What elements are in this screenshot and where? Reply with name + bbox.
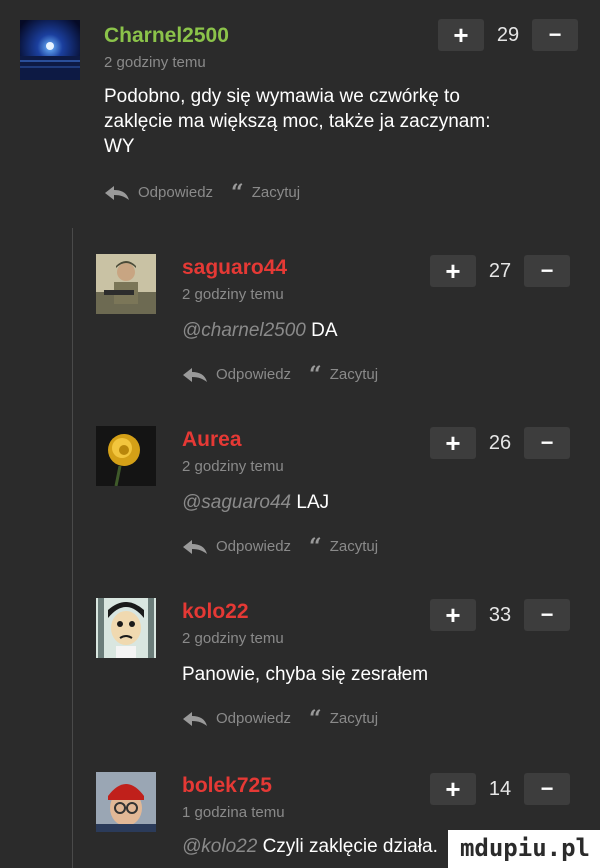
upvote-button[interactable]: + (430, 773, 476, 805)
upvote-button[interactable]: + (430, 427, 476, 459)
quote-button[interactable]: “ Zacytuj (291, 533, 379, 560)
timestamp: 2 godziny temu (182, 630, 284, 647)
reply-icon (183, 367, 207, 382)
vote-count: 29 (496, 23, 520, 46)
quote-icon: “ (309, 361, 322, 388)
reply-button[interactable]: Odpowiedz (182, 538, 291, 555)
night-sky-icon (20, 20, 80, 80)
vote-box: + 26 − (430, 426, 570, 460)
red-hat-face-icon (96, 772, 156, 832)
cartoon-face-icon (96, 598, 156, 658)
vote-count: 33 (488, 603, 512, 626)
vote-box: + 27 − (430, 254, 570, 288)
vote-box: + 33 − (430, 598, 570, 632)
quote-icon: “ (231, 179, 244, 206)
reply-icon (183, 711, 207, 726)
reply-label: Odpowiedz (216, 538, 292, 555)
reply-button[interactable]: Odpowiedz (104, 184, 213, 201)
upvote-button[interactable]: + (430, 255, 476, 287)
quote-label: Zacytuj (329, 710, 379, 727)
reply-label: Odpowiedz (138, 184, 214, 201)
vote-count: 14 (488, 777, 512, 800)
vote-count: 27 (488, 259, 512, 282)
avatar-aurea[interactable] (96, 426, 156, 486)
avatar-kolo22[interactable] (96, 598, 156, 658)
upvote-button[interactable]: + (430, 599, 476, 631)
timestamp: 2 godziny temu (104, 54, 206, 71)
username[interactable]: saguaro44 (182, 256, 287, 280)
rose-icon (96, 426, 156, 486)
downvote-button[interactable]: − (524, 427, 570, 459)
vote-count: 26 (488, 431, 512, 454)
comment-actions: Odpowiedz “ Zacytuj (182, 361, 379, 388)
soldier-icon (96, 254, 156, 314)
thread-line (72, 228, 73, 868)
vote-box: + 14 − (430, 772, 570, 806)
reply-label: Odpowiedz (216, 366, 292, 383)
reply-button[interactable]: Odpowiedz (182, 710, 291, 727)
comment-text: Panowie, chyba się zesrałem (182, 664, 429, 685)
mention-link[interactable]: @charnel2500 (182, 320, 306, 341)
timestamp: 1 godzina temu (182, 804, 285, 821)
comment-body: LAJ (296, 492, 330, 513)
comment-text: @kolo22 Czyli zaklęcie działa. (182, 834, 438, 859)
quote-label: Zacytuj (251, 184, 301, 201)
upvote-button[interactable]: + (438, 19, 484, 51)
quote-icon: “ (309, 705, 322, 732)
quote-label: Zacytuj (329, 366, 379, 383)
reply-button[interactable]: Odpowiedz (182, 366, 291, 383)
comment-actions: Odpowiedz “ Zacytuj (104, 179, 301, 206)
username[interactable]: Charnel2500 (104, 24, 229, 48)
reply-label: Odpowiedz (216, 710, 292, 727)
comment-actions: Odpowiedz “ Zacytuj (182, 533, 379, 560)
downvote-button[interactable]: − (524, 599, 570, 631)
comment-text: @charnel2500 DA (182, 318, 338, 343)
comment-body: Czyli zaklęcie działa. (262, 836, 438, 857)
quote-icon: “ (309, 533, 322, 560)
mention-link[interactable]: @kolo22 (182, 836, 257, 857)
quote-button[interactable]: “ Zacytuj (213, 179, 301, 206)
avatar-charnel2500[interactable] (20, 20, 80, 80)
avatar-bolek725[interactable] (96, 772, 156, 832)
downvote-button[interactable]: − (532, 19, 578, 51)
comment-text: Podobno, gdy się wymawia we czwórkę to z… (104, 86, 491, 157)
vote-box: + 29 − (438, 18, 578, 52)
watermark-logo: mdupiu.pl (447, 830, 600, 868)
downvote-button[interactable]: − (524, 255, 570, 287)
comment-actions: Odpowiedz “ Zacytuj (182, 705, 379, 732)
timestamp: 2 godziny temu (182, 458, 284, 475)
downvote-button[interactable]: − (524, 773, 570, 805)
reply-icon (105, 185, 129, 200)
avatar-saguaro44[interactable] (96, 254, 156, 314)
reply-icon (183, 539, 207, 554)
mention-link[interactable]: @saguaro44 (182, 492, 291, 513)
comment-text: @saguaro44 LAJ (182, 490, 329, 515)
quote-label: Zacytuj (329, 538, 379, 555)
timestamp: 2 godziny temu (182, 286, 284, 303)
quote-button[interactable]: “ Zacytuj (291, 361, 379, 388)
comment-body: DA (311, 320, 338, 341)
username[interactable]: Aurea (182, 428, 242, 452)
username[interactable]: kolo22 (182, 600, 249, 624)
quote-button[interactable]: “ Zacytuj (291, 705, 379, 732)
username[interactable]: bolek725 (182, 774, 272, 798)
